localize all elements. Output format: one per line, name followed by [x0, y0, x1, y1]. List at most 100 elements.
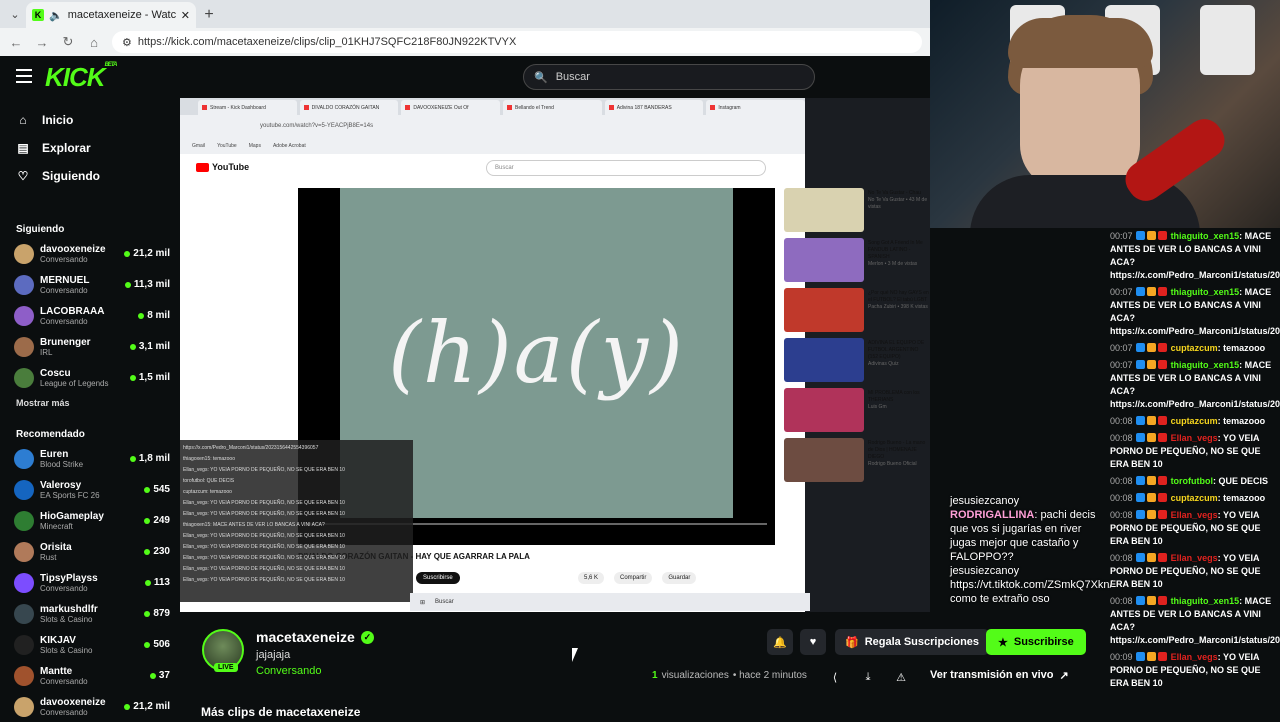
channel-item[interactable]: Orisita Rust 230 — [0, 536, 180, 567]
chat-time: 00:08 — [1110, 510, 1133, 520]
chat-username[interactable]: cuptazcum — [1171, 416, 1218, 426]
chat-username[interactable]: torofutbol — [1171, 476, 1213, 486]
chat-username[interactable]: Ellan_vegs — [1171, 553, 1218, 563]
channel-name: KIKJAV — [40, 634, 76, 646]
home-browser-icon[interactable]: ⌂ — [86, 35, 102, 50]
streamed-tab-title: Stream - Kick Dashboard — [210, 104, 266, 111]
chat-username[interactable]: thiaguito_xen15 — [1171, 287, 1240, 297]
browser-tab-title: macetaxeneize - Watch clips o — [67, 9, 176, 21]
related-meta: Luis Gm — [868, 404, 887, 410]
channel-avatar — [14, 479, 34, 500]
share-icon[interactable]: ⟨ — [826, 668, 844, 686]
viewer-count: 1,8 mil — [129, 453, 180, 464]
channel-info: davooxeneize Conversando — [40, 697, 118, 717]
chat-time: 00:08 — [1110, 433, 1133, 443]
channel-item[interactable]: HioGameplay Minecraft 249 — [0, 505, 180, 536]
related-title: ADIVINA EL EQUIPO DE FUTBOL ARGENTINO (1… — [868, 340, 925, 360]
search-input[interactable]: 🔍 Buscar — [523, 64, 815, 90]
channel-item[interactable]: davooxeneize Conversando 21,2 mil — [0, 691, 180, 722]
verified-badge-icon — [1136, 652, 1146, 661]
channel-item[interactable]: TipsyPlayss Conversando 113 — [0, 567, 180, 598]
site-info-icon[interactable]: ⚙ — [122, 36, 132, 49]
browser-tab-active[interactable]: K 🔈 macetaxeneize - Watch clips o ✕ — [26, 2, 196, 28]
viewer-count-text: 1,5 mil — [138, 372, 170, 383]
gift-subs-button[interactable]: 🎁 Regala Suscripciones — [835, 629, 990, 655]
chat-username[interactable]: Ellan_vegs — [1171, 510, 1218, 520]
viewer-count: 879 — [144, 608, 180, 619]
video-player[interactable]: Stream - Kick Dashboard DIVALDO CORAZÓN G… — [180, 98, 930, 612]
channel-item[interactable]: LACOBRAAA Conversando 8 mil — [0, 300, 180, 331]
gift-badge-icon — [1158, 433, 1168, 442]
back-icon[interactable]: ← — [8, 35, 24, 50]
channel-name[interactable]: macetaxeneize — [256, 629, 355, 645]
streamed-tab: Stream - Kick Dashboard — [198, 100, 297, 115]
subscribe-label: Suscribirse — [1013, 636, 1074, 648]
chat-username[interactable]: thiaguito_xen15 — [1171, 360, 1240, 370]
new-tab-button[interactable]: + — [196, 2, 222, 28]
chat-message: 00:08 thiaguito_xen15: MACE ANTES DE VER… — [1110, 595, 1280, 647]
menu-icon[interactable] — [16, 69, 32, 83]
stream-category[interactable]: Conversando — [256, 665, 321, 677]
search-icon: 🔍 — [534, 71, 548, 84]
channel-item[interactable]: Euren Blood Strike 1,8 mil — [0, 443, 180, 474]
channel-category: Slots & Casino — [40, 645, 93, 655]
viewer-count-text: 113 — [153, 577, 170, 588]
url-input[interactable]: ⚙ https://kick.com/macetaxeneize/clips/c… — [112, 31, 922, 53]
tab-search-dropdown-icon[interactable]: ⌄ — [4, 3, 26, 25]
viewer-count-text: 506 — [153, 639, 170, 650]
chat-username[interactable]: Ellan_vegs — [1171, 652, 1218, 662]
channel-item[interactable]: Coscu League of Legends 1,5 mil — [0, 362, 180, 393]
chat-panel: 00:07 thiaguito_xen15: MACE ANTES DE VER… — [1100, 228, 1280, 720]
channel-info: davooxeneize Conversando — [40, 244, 118, 264]
reload-icon[interactable]: ↻ — [60, 34, 76, 50]
channel-item[interactable]: Mantte Conversando 37 — [0, 660, 180, 691]
viewer-count: 113 — [144, 577, 180, 588]
sub-badge-icon — [1147, 360, 1157, 369]
chat-username[interactable]: Ellan_vegs — [1171, 433, 1218, 443]
channel-info: HioGameplay Minecraft — [40, 511, 138, 531]
nav-inicio[interactable]: ⌂ Inicio — [0, 106, 180, 134]
channel-item[interactable]: Valerosy EA Sports FC 26 545 — [0, 474, 180, 505]
channel-avatar — [14, 665, 34, 686]
channel-item[interactable]: markushdlfr Slots & Casino 879 — [0, 598, 180, 629]
download-icon[interactable]: ⤓ — [859, 668, 877, 686]
chat-username[interactable]: cuptazcum — [1171, 343, 1218, 353]
streamed-tab: Bellando el Trend — [503, 100, 602, 115]
more-clips-heading: Más clips de macetaxeneize — [201, 705, 361, 719]
nav-siguiendo[interactable]: ♡ Siguiendo — [0, 162, 180, 190]
nav-explorar[interactable]: ▤ Explorar — [0, 134, 180, 162]
watch-live-link[interactable]: Ver transmisión en vivo ↗ — [930, 669, 1069, 682]
gift-badge-icon — [1158, 596, 1168, 605]
report-icon[interactable]: ⚠ — [892, 668, 910, 686]
channel-avatar — [14, 305, 34, 326]
follow-heart-button[interactable]: ♥ — [800, 629, 826, 655]
channel-name: Orisita — [40, 541, 72, 553]
youtube-subscribe: Suscribirse — [416, 572, 460, 584]
notification-bell-button[interactable]: 🔔 — [767, 629, 793, 655]
bookmark: YouTube — [217, 142, 237, 149]
channel-item[interactable]: davooxeneize Conversando 21,2 mil — [0, 238, 180, 269]
chat-username[interactable]: thiaguito_xen15 — [1171, 596, 1240, 606]
speaker-icon[interactable]: 🔈 — [49, 9, 63, 22]
channel-info: Coscu League of Legends — [40, 368, 124, 388]
chat-username[interactable]: thiaguito_xen15 — [1171, 231, 1240, 241]
forward-icon[interactable]: → — [34, 35, 50, 50]
channel-item[interactable]: Brunenger IRL 3,1 mil — [0, 331, 180, 362]
channel-info: Orisita Rust — [40, 542, 138, 562]
close-tab-icon[interactable]: ✕ — [181, 9, 190, 22]
show-more-link[interactable]: Mostrar más — [0, 393, 180, 413]
kick-favicon-icon: K — [32, 9, 44, 21]
channel-item[interactable]: KIKJAV Slots & Casino 506 — [0, 629, 180, 660]
channel-name: davooxeneize — [40, 696, 106, 708]
viewer-count-text: 21,2 mil — [133, 701, 170, 712]
channel-avatar — [14, 448, 34, 469]
channel-name: davooxeneize — [40, 243, 106, 255]
chat-username[interactable]: cuptazcum — [1171, 493, 1218, 503]
live-dot-icon — [144, 610, 151, 617]
nav-label: Inicio — [42, 113, 74, 127]
chat-time: 00:08 — [1110, 493, 1133, 503]
related-video: ¿Por qué NO hay GAYS en el FUTBOL? El ta… — [784, 288, 929, 336]
kick-logo[interactable]: KICKBETA — [45, 62, 117, 93]
subscribe-button[interactable]: ★ Suscribirse — [986, 629, 1086, 655]
channel-item[interactable]: MERNUEL Conversando 11,3 mil — [0, 269, 180, 300]
